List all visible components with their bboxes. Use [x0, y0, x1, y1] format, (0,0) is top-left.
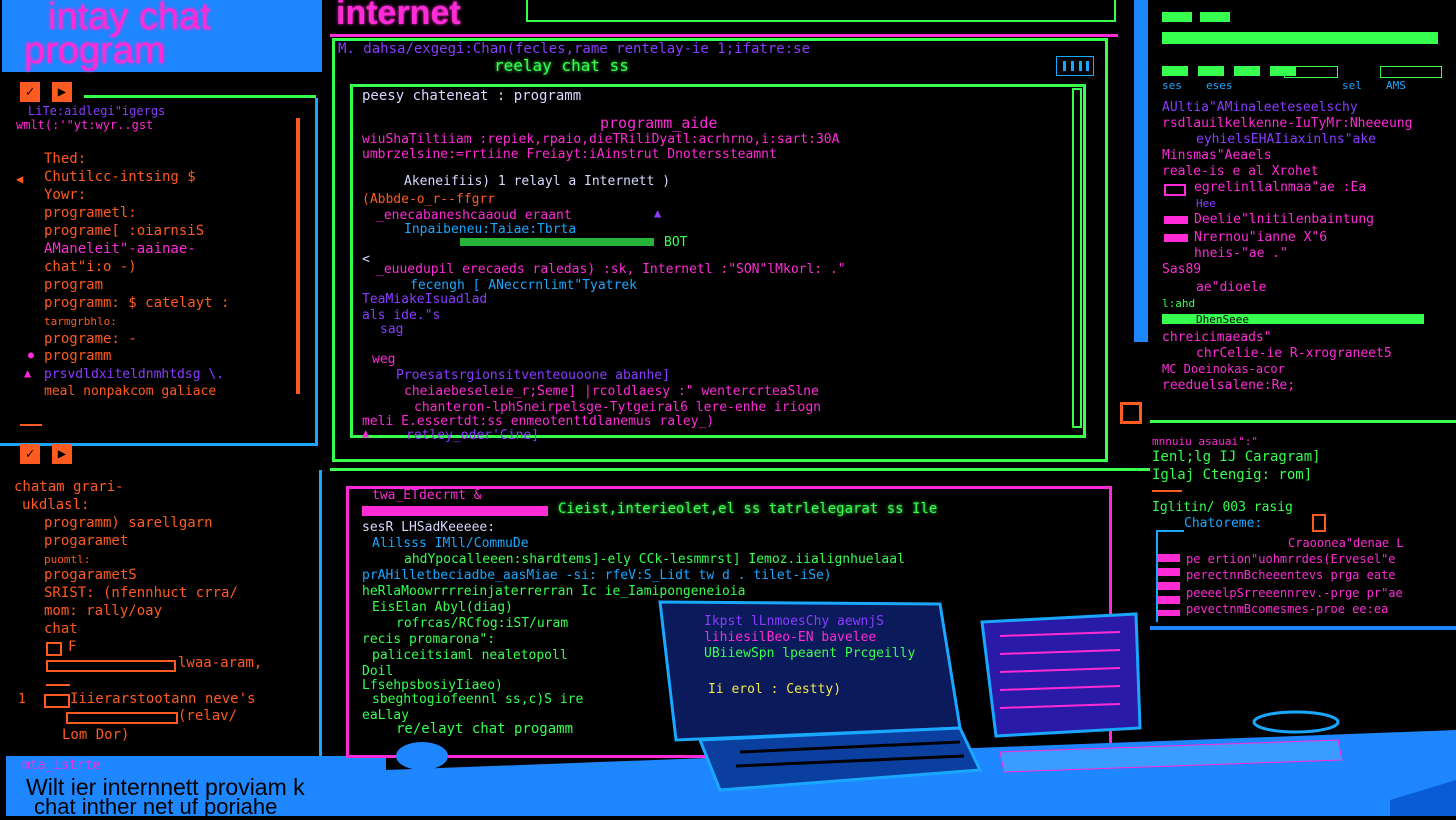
list-item: Chatoreme: [1184, 516, 1263, 531]
bullet-icon [1158, 554, 1180, 616]
laptop-line: Ikpst lLnmoesChy aewnjS [704, 614, 885, 629]
list-item: peeeelpSrreeennrev.-prge pr"ae [1186, 586, 1403, 600]
list-item: Ienl;lg IJ Caragram] [1152, 449, 1321, 465]
list-item: hneis-"ae ." [1194, 246, 1288, 261]
list-item: eyhielsEHAIiaxinlns"ake [1196, 132, 1377, 147]
tab-label: ses [1162, 79, 1182, 92]
list-item: l:ahd [1162, 297, 1196, 310]
right-lower-rule [1150, 626, 1456, 630]
tab[interactable] [1198, 66, 1224, 76]
list-item: egrelinllalnmaa"ae :Ea [1194, 180, 1367, 195]
list-item: perectnnBcheeentevs prga eate [1186, 568, 1396, 582]
checkbox[interactable] [1312, 514, 1326, 532]
list-item: DhenSeee [1196, 313, 1249, 326]
tag [1200, 12, 1230, 22]
right-top-bar [1162, 32, 1438, 44]
list-item: Sas89 [1162, 262, 1202, 277]
list-item: ae"dioele [1196, 280, 1267, 295]
list-item: chrCelie-ie R-xrograneet5 [1196, 346, 1392, 361]
list-item: MC Doeinokas-acor [1162, 362, 1285, 376]
list-item: Deelie"lnitilenbaintung [1194, 212, 1375, 227]
tab-label: eses [1206, 79, 1233, 92]
bullet-icon [1164, 234, 1188, 242]
tab-label: sel [1342, 79, 1362, 92]
list-item: Hee [1196, 197, 1216, 210]
right-tag-row [1162, 12, 1232, 22]
tab[interactable] [1380, 66, 1442, 78]
list-item: reeduelsalene:Re; [1162, 378, 1296, 393]
list-item: pevectnmBcomesmes-proe ee:ea [1186, 602, 1389, 616]
laptop-line: Ii erol : Cestty) [708, 682, 842, 697]
list-item: reale-is e al Xrohet [1162, 164, 1319, 179]
tab[interactable] [1234, 66, 1260, 76]
list-item: AUltia"AMinaleeteseelschy [1162, 100, 1358, 115]
list-item: Nrernou"ianne X"6 [1194, 230, 1328, 245]
list-item: chreicimaeads" [1162, 330, 1272, 345]
screen: { "colors":{"pink":"#ff2bd6","orange":"#… [0, 0, 1456, 819]
list-item: Iglaj Ctengig: rom] [1152, 467, 1313, 483]
right-lower-header: mnnuiu asauai":" [1152, 435, 1258, 448]
list-item: pe ertion"uohmrrdes(Ervesel"e [1186, 552, 1396, 566]
laptop-line: lihiesilBeo-EN bavelee [704, 630, 877, 645]
dash-icon [1152, 490, 1182, 492]
right-mid-rule [1150, 420, 1456, 423]
tab[interactable] [1284, 66, 1338, 78]
list-item: Minsmas"Aeaels [1162, 148, 1272, 163]
right-tab-row: ses eses sel AMS [1162, 66, 1442, 92]
tab[interactable] [1162, 66, 1188, 76]
tab-label: AMS [1386, 79, 1406, 92]
bullet-icon [1164, 216, 1188, 224]
list-item: Iglitin/ 003 rasig [1152, 500, 1293, 515]
list-item: Craoonea"denae L [1288, 536, 1404, 550]
right-divider [1134, 0, 1148, 342]
bullet-icon [1164, 184, 1186, 196]
right-orange-square[interactable] [1120, 402, 1142, 424]
laptop-line: UBiiewSpn lpeaent Prcgeilly [704, 646, 916, 661]
tag [1162, 12, 1192, 22]
list-item: rsdlauilkelkenne-IuTyMr:Nheeeung [1162, 116, 1413, 131]
